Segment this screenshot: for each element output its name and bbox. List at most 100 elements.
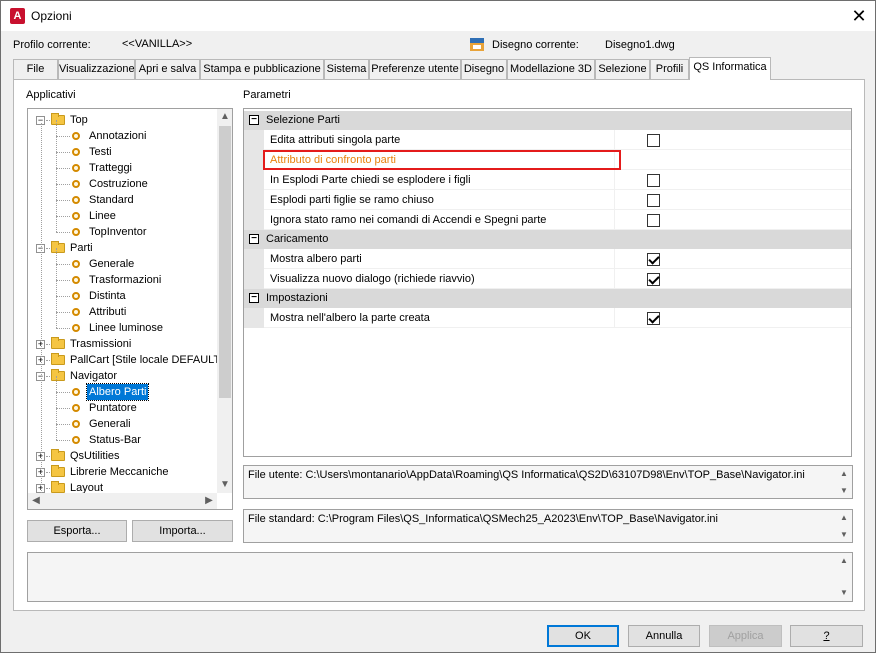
tree-leaf-item[interactable]: TopInventor	[28, 216, 217, 240]
parameter-row[interactable]: Edita attributi singola parte	[264, 130, 851, 150]
scroll-left-icon[interactable]: ◀	[28, 493, 44, 509]
applications-tree[interactable]: − Top Annotazioni Testi Tratteggi Costruzione…	[27, 108, 233, 510]
tree-horizontal-scrollbar[interactable]: ◀ ▶	[28, 493, 217, 509]
section-header[interactable]: − Caricamento	[244, 230, 851, 249]
parameter-value-cell[interactable]	[614, 308, 851, 328]
tree-connector	[56, 328, 70, 329]
parameter-value-cell[interactable]	[614, 210, 851, 230]
parameter-value-cell[interactable]	[614, 170, 851, 190]
tree-connector	[56, 392, 70, 393]
parameter-value-cell[interactable]	[614, 190, 851, 210]
tree-connector	[56, 216, 57, 232]
parameter-row[interactable]: Esplodi parti figlie se ramo chiuso	[264, 190, 851, 210]
scroll-thumb[interactable]	[219, 126, 231, 398]
tree-vertical-scrollbar[interactable]: ▲ ▼	[217, 109, 232, 493]
checkbox-checked[interactable]	[647, 253, 660, 266]
tree-connector	[56, 120, 57, 136]
leaf-bullet-icon	[72, 260, 80, 268]
parameter-label: Ignora stato ramo nei comandi di Accendi…	[270, 214, 547, 226]
export-button[interactable]: Esporta...	[27, 520, 127, 542]
tree-connector	[56, 424, 70, 425]
section-header[interactable]: − Selezione Parti	[244, 111, 851, 130]
tree-connector	[56, 296, 57, 312]
scroll-down-icon[interactable]: ▼	[217, 477, 232, 493]
tree-item-label: Tratteggi	[89, 162, 133, 174]
leaf-bullet-icon	[72, 292, 80, 300]
parameter-label: Esplodi parti figlie se ramo chiuso	[270, 194, 434, 206]
standard-file-scroll-up-icon[interactable]: ▲	[836, 510, 852, 526]
tab-visualizzazione[interactable]: Visualizzazione	[58, 59, 135, 79]
parameter-row[interactable]: Ignora stato ramo nei comandi di Accendi…	[264, 210, 851, 230]
tab-apri-e-salva[interactable]: Apri e salva	[135, 59, 200, 79]
close-button[interactable]: ✕	[843, 2, 875, 30]
parameter-row[interactable]: Mostra nell'albero la parte creata	[264, 308, 851, 328]
checkbox-unchecked[interactable]	[647, 194, 660, 207]
description-scroll-up-icon[interactable]: ▲	[836, 553, 852, 569]
help-button[interactable]: ?	[790, 625, 863, 647]
tree-connector	[56, 376, 57, 392]
folder-icon	[51, 465, 65, 477]
checkbox-checked[interactable]	[647, 312, 660, 325]
tab-profili[interactable]: Profili	[650, 59, 689, 79]
cancel-button[interactable]: Annulla	[628, 625, 700, 647]
tab-qs-informatica[interactable]: QS Informatica	[689, 57, 771, 80]
parameter-row[interactable]: Mostra albero parti	[264, 249, 851, 269]
parameter-row[interactable]: Visualizza nuovo dialogo (richiede riavv…	[264, 269, 851, 289]
parameter-value-cell[interactable]	[614, 130, 851, 150]
parametri-label: Parametri	[243, 89, 291, 101]
scroll-right-icon[interactable]: ▶	[201, 493, 217, 509]
tree-connector	[46, 488, 50, 489]
tab-disegno[interactable]: Disegno	[461, 59, 507, 79]
folder-icon	[51, 353, 65, 365]
tree-folder-item[interactable]: + Trasmissioni	[28, 336, 217, 352]
tree-item-label: Standard	[89, 194, 134, 206]
tab-preferenze-utente[interactable]: Preferenze utente	[369, 59, 461, 79]
parameter-value-cell[interactable]	[614, 249, 851, 269]
apply-button[interactable]: Applica	[709, 625, 782, 647]
tree-connector	[56, 184, 57, 200]
checkbox-unchecked[interactable]	[647, 134, 660, 147]
tree-connector	[56, 312, 70, 313]
standard-file-box: File standard: C:\Program Files\QS_Infor…	[243, 509, 853, 543]
leaf-bullet-icon	[72, 308, 80, 316]
applicativi-label: Applicativi	[26, 89, 76, 101]
parameter-row[interactable]: In Esplodi Parte chiedi se esplodere i f…	[264, 170, 851, 190]
tree-leaf-item[interactable]: Linee luminose	[28, 312, 217, 336]
tree-connector	[46, 248, 50, 249]
scroll-up-icon[interactable]: ▲	[217, 109, 232, 125]
checkbox-unchecked[interactable]	[647, 174, 660, 187]
collapse-icon[interactable]: −	[249, 234, 259, 244]
tree-folder-item[interactable]: + Librerie Meccaniche	[28, 464, 217, 480]
section-header[interactable]: − Impostazioni	[244, 289, 851, 308]
tree-connector	[56, 168, 57, 184]
tab-sistema[interactable]: Sistema	[324, 59, 369, 79]
tab-file[interactable]: File	[13, 59, 58, 79]
tree-folder-item[interactable]: + PallCart [Stile locale DEFAULT]	[28, 352, 223, 368]
checkbox-unchecked[interactable]	[647, 214, 660, 227]
import-button[interactable]: Importa...	[132, 520, 233, 542]
user-file-scroll-up-icon[interactable]: ▲	[836, 466, 852, 482]
tree-root-connector	[41, 123, 42, 493]
row-gutter	[244, 130, 264, 230]
tab-stampa-e-pubblicazione[interactable]: Stampa e pubblicazione	[200, 59, 324, 79]
folder-icon	[51, 481, 65, 493]
standard-file-scroll-down-icon[interactable]: ▼	[836, 527, 852, 543]
parameter-value-cell[interactable]	[614, 150, 851, 170]
collapse-icon[interactable]: −	[249, 293, 259, 303]
leaf-bullet-icon	[72, 148, 80, 156]
checkbox-checked[interactable]	[647, 273, 660, 286]
tree-folder-item[interactable]: + QsUtilities	[28, 448, 217, 464]
ok-button[interactable]: OK	[547, 625, 619, 647]
tree-leaf-item[interactable]: Status-Bar	[28, 424, 217, 448]
parameter-label: Mostra nell'albero la parte creata	[270, 312, 430, 324]
tree-item-label: Generale	[89, 258, 135, 270]
title-bar: A Opzioni ✕	[1, 1, 875, 31]
tab-modellazione-3d[interactable]: Modellazione 3D	[507, 59, 595, 79]
user-file-scroll-down-icon[interactable]: ▼	[836, 483, 852, 499]
collapse-icon[interactable]: −	[249, 115, 259, 125]
tree-connector	[46, 120, 50, 121]
tab-selezione[interactable]: Selezione	[595, 59, 650, 79]
parameter-value-cell[interactable]	[614, 269, 851, 289]
description-scroll-down-icon[interactable]: ▼	[836, 585, 852, 601]
tree-connector	[56, 152, 70, 153]
